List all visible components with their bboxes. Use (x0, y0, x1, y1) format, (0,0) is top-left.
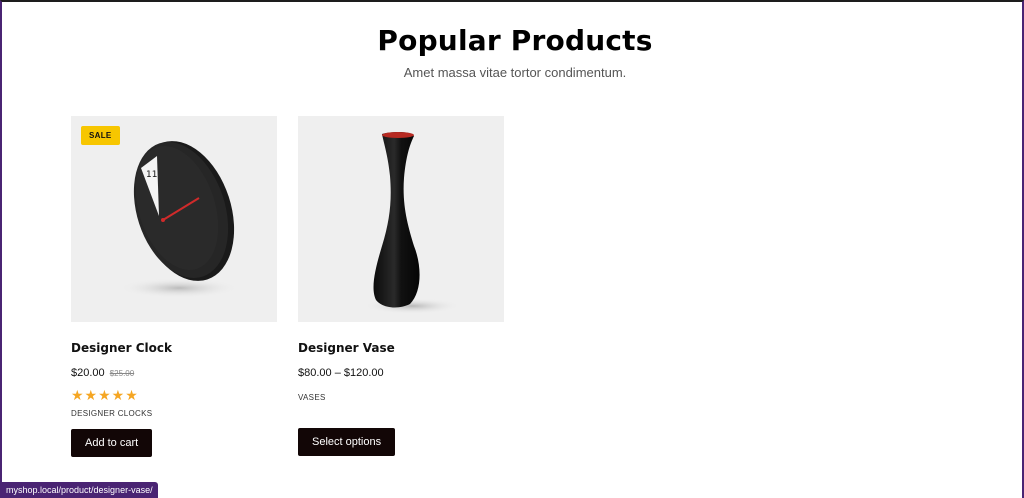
product-category: DESIGNER CLOCKS (71, 409, 153, 418)
product-card-designer-clock: 11 SALE Designer Clock $20.00 $25.00 ★★★… (71, 116, 277, 457)
svg-text:11: 11 (146, 170, 157, 180)
add-to-cart-button[interactable]: Add to cart (71, 429, 153, 457)
section-title: Popular Products (377, 24, 653, 57)
rating-stars: ★★★★★ (71, 387, 139, 403)
product-category: VASES (298, 393, 326, 402)
product-price: $20.00 $25.00 (71, 367, 277, 381)
product-name[interactable]: Designer Vase (298, 341, 504, 355)
product-image-designer-vase[interactable] (298, 116, 504, 322)
product-card-designer-vase: Designer Vase $80.00 – $120.00 VASES Sel… (298, 116, 504, 456)
original-price: $25.00 (109, 369, 135, 378)
select-options-button[interactable]: Select options (298, 428, 396, 456)
status-bar-url: myshop.local/product/designer-vase/ (2, 482, 158, 498)
sale-badge: SALE (81, 126, 120, 145)
section-subtitle: Amet massa vitae tortor condimentum. (403, 65, 627, 80)
product-name[interactable]: Designer Clock (71, 341, 277, 355)
popular-products-section: Popular Products Amet massa vitae tortor… (2, 2, 1022, 498)
wall-clock-icon: 11 (119, 141, 239, 298)
product-image-designer-clock[interactable]: 11 SALE (71, 116, 277, 322)
current-price: $20.00 (71, 367, 105, 379)
product-price: $80.00 – $120.00 (298, 367, 384, 379)
vase-icon (364, 132, 460, 314)
